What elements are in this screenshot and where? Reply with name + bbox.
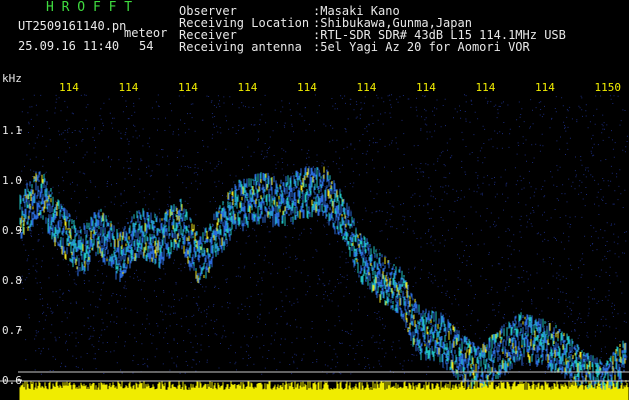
program-name: H R O F F T <box>46 0 133 15</box>
time-label: 114 <box>476 81 496 94</box>
header-panel: H R O F F T UT2509161140.pn meteor 25.09… <box>0 0 629 70</box>
spectrogram-plot: kHz 1.11.00.90.80.70.6 114 114 114 114 114 11… <box>0 70 629 400</box>
time-label: 114 <box>297 81 317 94</box>
field-value-antenna: :5el Yagi Az 20 for Aomori VOR <box>313 40 530 54</box>
detection-label: meteor <box>124 26 168 40</box>
datetime: 25.09.16 11:40 <box>18 39 120 53</box>
field-label-antenna: Receiving antenna <box>179 40 302 54</box>
time-label: 114 <box>119 81 139 94</box>
time-label: 114 <box>178 81 198 94</box>
time-label: 114 <box>416 81 436 94</box>
filename: UT2509161140.pn <box>18 19 127 33</box>
unit-label: kHz <box>2 72 22 85</box>
time-label: 114 <box>238 81 258 94</box>
time-label: 114 <box>535 81 555 94</box>
time-label: 114 <box>59 81 79 94</box>
count: 54 <box>139 39 154 53</box>
time-label: 1150 <box>595 81 622 94</box>
time-label: 114 <box>357 81 377 94</box>
